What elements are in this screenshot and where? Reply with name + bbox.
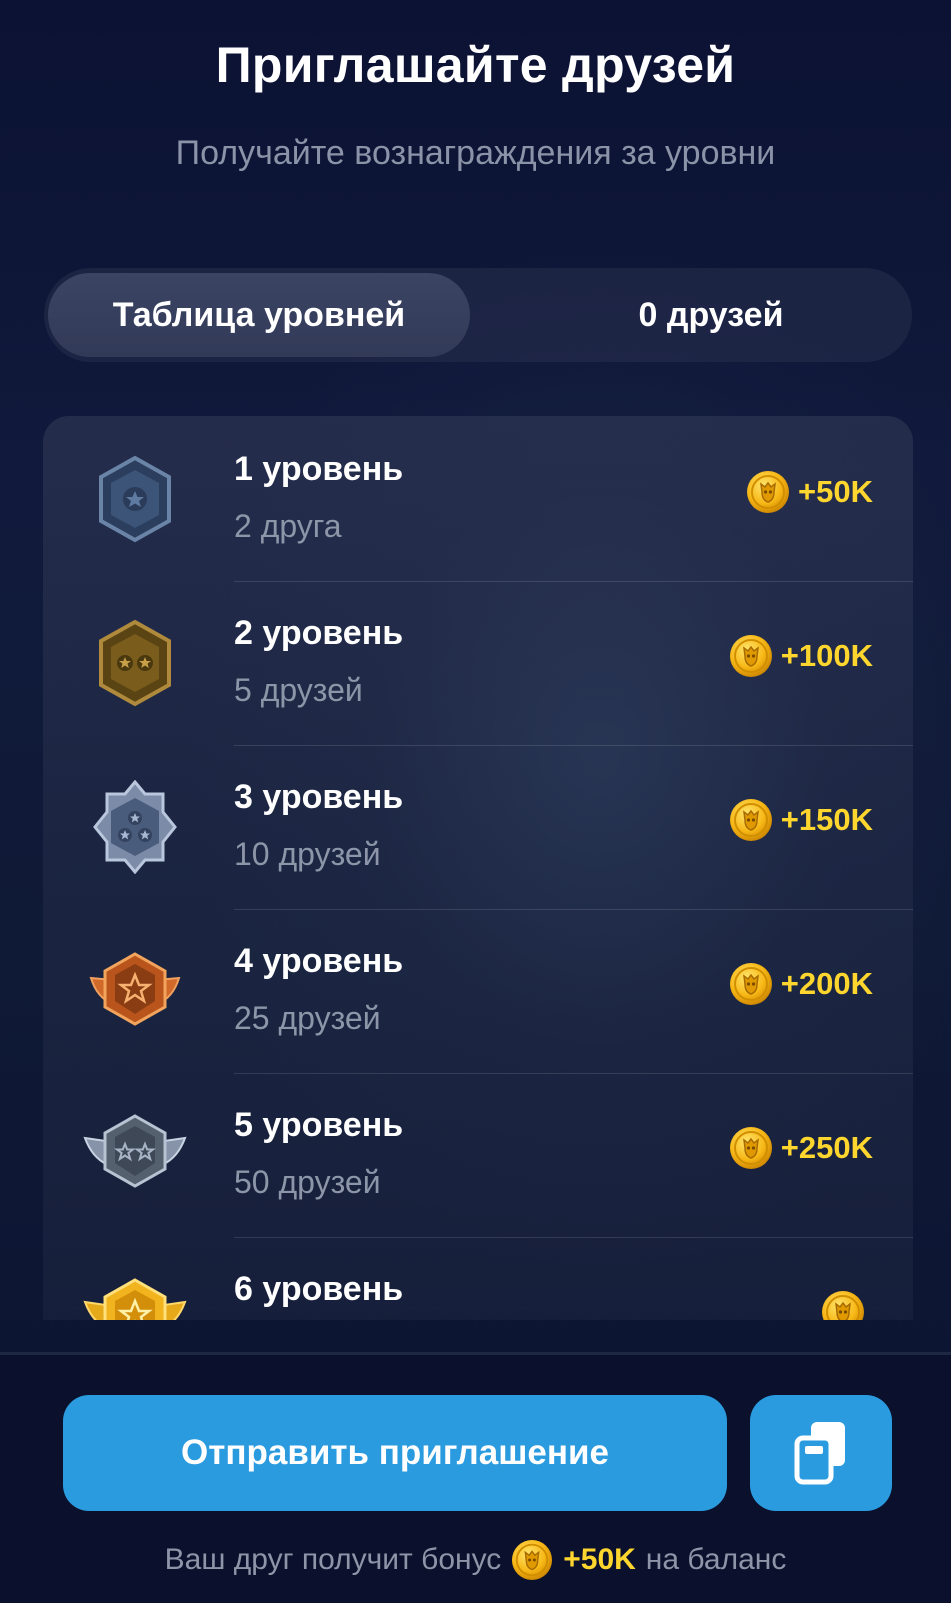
coin-icon [729, 962, 773, 1006]
level-name: 3 уровень [234, 778, 404, 816]
tab-switcher: Таблица уровней 0 друзей [44, 268, 912, 362]
copy-link-button[interactable] [750, 1395, 892, 1511]
page-subtitle: Получайте вознаграждения за уровни [175, 134, 776, 172]
tab-friends[interactable]: 0 друзей [514, 273, 908, 357]
level-reward [821, 1290, 873, 1320]
level-reward: +100K [729, 634, 873, 678]
level-reward: +200K [729, 962, 873, 1006]
level-requirement: 2 друга [234, 508, 342, 544]
footer-bar: Отправить приглашение Ваш друг получит б… [0, 1352, 951, 1603]
level-requirement: 10 друзей [234, 836, 381, 872]
reward-value: +250K [780, 1130, 873, 1165]
silver-hexagon-three-stars-badge-icon [83, 780, 187, 874]
coin-icon [746, 470, 790, 514]
level-name: 4 уровень [234, 942, 404, 980]
silver-winged-two-stars-badge-icon [83, 1108, 187, 1202]
level-name: 6 уровень [234, 1270, 404, 1308]
level-name: 1 уровень [234, 450, 404, 488]
list-item: 1 уровень 2 друга +50K [43, 416, 913, 582]
copy-icon [794, 1422, 845, 1485]
coin-icon [729, 798, 773, 842]
reward-value: +200K [780, 966, 873, 1001]
steel-hexagon-star-badge-icon [83, 452, 187, 546]
level-reward: +250K [729, 1126, 873, 1170]
list-item: 4 уровень 25 друзей +200K [43, 908, 913, 1074]
tab-levels-table[interactable]: Таблица уровней [48, 273, 470, 357]
reward-value: +150K [780, 802, 873, 837]
level-requirement: 5 друзей [234, 672, 363, 708]
list-item: 2 уровень 5 друзей +100K [43, 580, 913, 746]
level-reward: +150K [729, 798, 873, 842]
reward-value: +100K [780, 638, 873, 673]
list-item: 5 уровень 50 друзей +250K [43, 1072, 913, 1238]
reward-value: +50K [798, 474, 873, 509]
coin-icon [729, 1126, 773, 1170]
gold-winged-star-badge-icon [83, 1272, 187, 1320]
bonus-prefix: Ваш друг получит бонус [164, 1543, 502, 1576]
bonus-info: Ваш друг получит бонус +50K на баланс [0, 1539, 951, 1581]
send-invite-button[interactable]: Отправить приглашение [63, 1395, 727, 1511]
coin-icon [511, 1539, 553, 1581]
level-name: 5 уровень [234, 1106, 404, 1144]
level-reward: +50K [746, 470, 873, 514]
coin-icon [729, 634, 773, 678]
page-title: Приглашайте друзей [215, 37, 736, 93]
list-item: 3 уровень 10 друзей +150K [43, 744, 913, 910]
coin-icon [821, 1290, 865, 1320]
bonus-suffix: на баланс [645, 1543, 787, 1576]
copper-winged-star-badge-icon [83, 944, 187, 1038]
level-name: 2 уровень [234, 614, 404, 652]
levels-list: 1 уровень 2 друга +50K 2 уровень 5 друзе… [43, 416, 913, 1320]
bronze-hexagon-two-stars-badge-icon [83, 616, 187, 710]
bonus-value: +50K [563, 1543, 636, 1576]
list-item: 6 уровень [43, 1236, 913, 1320]
level-requirement: 50 друзей [234, 1164, 381, 1200]
level-requirement: 25 друзей [234, 1000, 381, 1036]
